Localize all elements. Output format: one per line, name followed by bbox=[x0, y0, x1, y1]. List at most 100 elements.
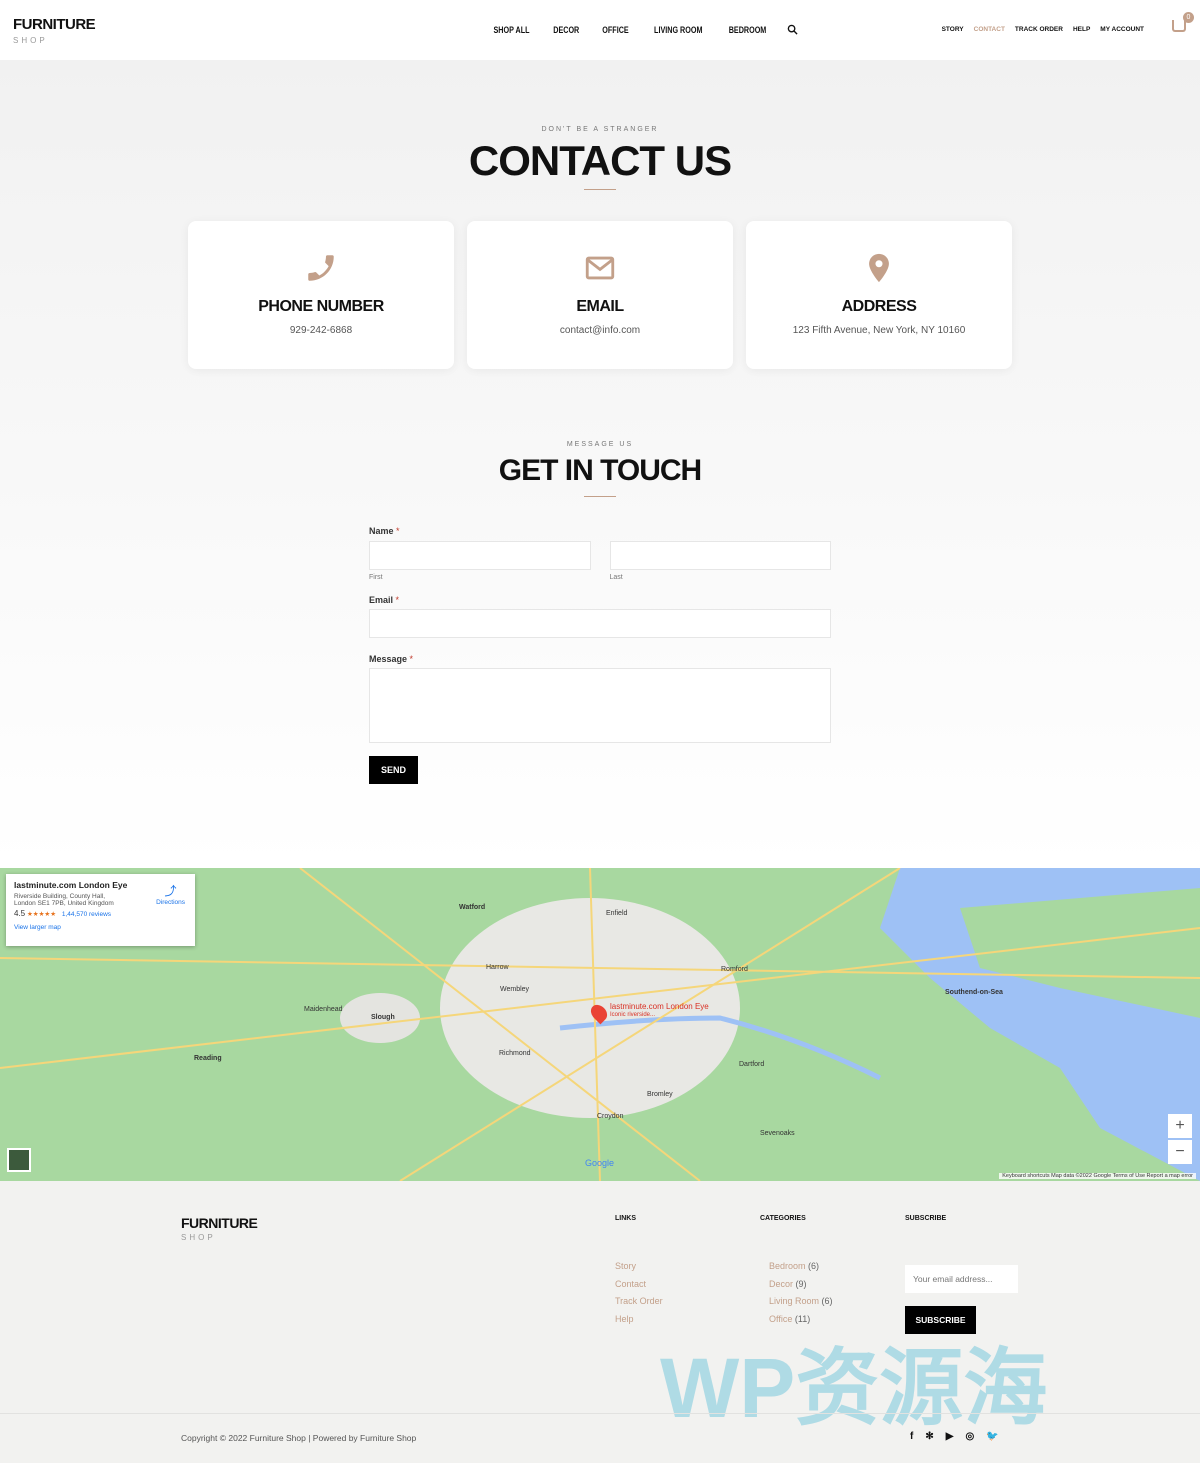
map-label: Wembley bbox=[500, 986, 530, 993]
reviews-link[interactable]: 1,44,570 reviews bbox=[62, 911, 111, 918]
map-label: Sevenoaks bbox=[760, 1130, 795, 1137]
nav-living-room[interactable]: LIVING ROOM bbox=[654, 25, 702, 35]
instagram-icon[interactable]: ◎ bbox=[965, 1431, 974, 1442]
directions-label: Directions bbox=[156, 899, 185, 906]
subscribe-heading: SUBSCRIBE bbox=[905, 1215, 947, 1222]
address-card: ADDRESS 123 Fifth Avenue, New York, NY 1… bbox=[746, 221, 1012, 369]
map-label: Romford bbox=[721, 966, 748, 973]
contact-form: Name * First Last Email * Message * SEND bbox=[369, 526, 831, 784]
map-label: Southend-on-Sea bbox=[945, 989, 1003, 996]
cart-icon[interactable] bbox=[1172, 20, 1186, 32]
first-hint: First bbox=[369, 574, 383, 581]
footer-divider bbox=[0, 1413, 1200, 1414]
category-link[interactable]: Bedroom (6) bbox=[769, 1258, 833, 1276]
contact-eyebrow: DON'T BE A STRANGER bbox=[541, 126, 659, 133]
directions-icon: ⤴ bbox=[164, 884, 177, 898]
phone-icon bbox=[308, 255, 334, 281]
required-mark: * bbox=[409, 654, 414, 664]
map-label: Maidenhead bbox=[304, 1006, 343, 1013]
main-nav: SHOP ALL DECOR OFFICE LIVING ROOM BEDROO… bbox=[489, 24, 798, 35]
envelope-icon bbox=[585, 256, 615, 280]
map-label: Richmond bbox=[499, 1050, 531, 1057]
first-name-input[interactable] bbox=[369, 541, 591, 570]
footer-link-contact[interactable]: Contact bbox=[615, 1276, 663, 1294]
divider bbox=[584, 496, 616, 497]
map-label: Harrow bbox=[486, 964, 509, 971]
map-info-card: lastminute.com London Eye Riverside Buil… bbox=[6, 874, 195, 946]
footer-logo[interactable]: FURNITURE SHOP bbox=[181, 1215, 258, 1242]
site-footer: FURNITURE SHOP LINKS CATEGORIES SUBSCRIB… bbox=[0, 1181, 1200, 1463]
card-title: ADDRESS bbox=[841, 298, 917, 315]
marker-label: lastminute.com London Eye Iconic riversid… bbox=[610, 1002, 709, 1018]
google-logo: Google bbox=[585, 1158, 615, 1168]
card-value[interactable]: 929-242-6868 bbox=[188, 325, 454, 336]
categories-heading: CATEGORIES bbox=[760, 1215, 806, 1222]
message-label: Message bbox=[369, 654, 408, 664]
twitter-icon[interactable]: 🐦 bbox=[986, 1431, 998, 1442]
form-title: GET IN TOUCH bbox=[498, 454, 702, 487]
contact-section: DON'T BE A STRANGER CONTACT US PHONE NUM… bbox=[0, 60, 1200, 868]
map-label: Slough bbox=[371, 1014, 395, 1021]
map-label: Enfield bbox=[606, 910, 628, 917]
search-icon[interactable] bbox=[787, 24, 798, 35]
map-attribution[interactable]: Keyboard shortcuts Map data ©2022 Google… bbox=[999, 1173, 1196, 1179]
stars: ★★★★★ bbox=[26, 911, 57, 918]
links-heading: LINKS bbox=[615, 1215, 636, 1222]
last-name-input[interactable] bbox=[609, 541, 831, 570]
map-label: Croydon bbox=[597, 1113, 624, 1120]
category-link[interactable]: Decor (9) bbox=[769, 1276, 833, 1294]
directions-button[interactable]: ⤴ Directions bbox=[156, 882, 185, 906]
phone-card: PHONE NUMBER 929-242-6868 bbox=[188, 221, 454, 369]
yelp-icon[interactable]: ✻ bbox=[925, 1431, 933, 1442]
footer-logo-sub: SHOP bbox=[181, 1233, 216, 1242]
nav-my-account[interactable]: MY ACCOUNT bbox=[1100, 26, 1144, 33]
nav-decor[interactable]: DECOR bbox=[553, 25, 579, 35]
last-hint: Last bbox=[609, 574, 623, 581]
map-label: Watford bbox=[459, 904, 486, 911]
rating: 4.5 bbox=[14, 909, 26, 918]
logo-sub: SHOP bbox=[13, 36, 48, 45]
required-mark: * bbox=[396, 526, 400, 536]
copyright: Copyright © 2022 Furniture Shop | Powere… bbox=[181, 1433, 417, 1443]
nav-story[interactable]: STORY bbox=[942, 26, 964, 33]
youtube-icon[interactable]: ▶ bbox=[946, 1431, 954, 1442]
form-eyebrow: MESSAGE US bbox=[566, 441, 634, 448]
email-input[interactable] bbox=[369, 609, 831, 638]
footer-link-help[interactable]: Help bbox=[615, 1311, 663, 1329]
card-value: 123 Fifth Avenue, New York, NY 10160 bbox=[792, 325, 966, 336]
map-label: Reading bbox=[194, 1055, 222, 1062]
card-title: PHONE NUMBER bbox=[258, 298, 384, 315]
nav-contact[interactable]: CONTACT bbox=[974, 26, 1005, 33]
footer-logo-title: FURNITURE bbox=[181, 1215, 258, 1231]
nav-help[interactable]: HELP bbox=[1073, 26, 1090, 33]
footer-link-story[interactable]: Story bbox=[615, 1258, 663, 1276]
required-mark: * bbox=[395, 595, 400, 605]
category-link[interactable]: Living Room (6) bbox=[769, 1293, 833, 1311]
site-header: FURNITURE SHOP SHOP ALL DECOR OFFICE LIVI… bbox=[0, 0, 1200, 60]
satellite-toggle[interactable] bbox=[7, 1148, 31, 1172]
email-label: Email bbox=[369, 595, 394, 605]
logo-title: FURNITURE bbox=[13, 16, 96, 33]
zoom-out-button[interactable]: − bbox=[1168, 1140, 1192, 1164]
nav-shop-all[interactable]: SHOP ALL bbox=[494, 25, 530, 35]
secondary-nav: STORY CONTACT TRACK ORDER HELP MY ACCOUN… bbox=[942, 26, 1144, 33]
message-textarea[interactable] bbox=[369, 668, 831, 743]
view-larger-map-link[interactable]: View larger map bbox=[14, 924, 187, 931]
cart-count: 0 bbox=[1183, 12, 1194, 23]
page-title: CONTACT US bbox=[468, 137, 732, 184]
facebook-icon[interactable]: f bbox=[910, 1431, 913, 1442]
google-map[interactable]: lastminute.com London Eye Riverside Buil… bbox=[0, 868, 1200, 1181]
card-value[interactable]: contact@info.com bbox=[467, 325, 733, 336]
nav-bedroom[interactable]: BEDROOM bbox=[729, 25, 767, 35]
nav-office[interactable]: OFFICE bbox=[602, 25, 628, 35]
subscribe-email-input[interactable]: Your email address... bbox=[905, 1265, 1018, 1293]
email-card: EMAIL contact@info.com bbox=[467, 221, 733, 369]
map-label: Bromley bbox=[647, 1091, 673, 1098]
nav-track-order[interactable]: TRACK ORDER bbox=[1015, 26, 1063, 33]
send-button[interactable]: SEND bbox=[369, 756, 418, 784]
footer-link-track-order[interactable]: Track Order bbox=[615, 1293, 663, 1311]
name-label: Name bbox=[369, 526, 394, 536]
watermark: WP资源海 bbox=[660, 1341, 1048, 1435]
zoom-in-button[interactable]: + bbox=[1168, 1114, 1192, 1138]
logo[interactable]: FURNITURE SHOP bbox=[13, 16, 96, 45]
